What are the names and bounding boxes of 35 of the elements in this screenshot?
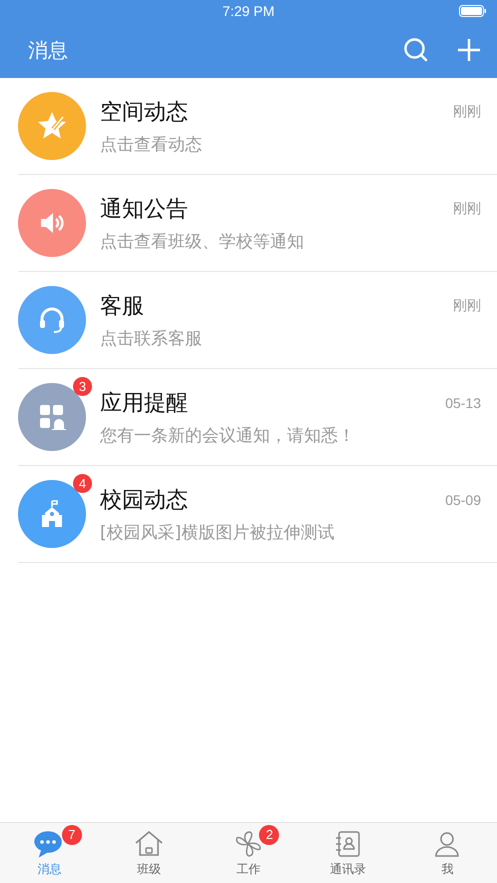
tab-item[interactable]: 7 消息: [10, 823, 90, 883]
message-time: 刚刚: [453, 102, 481, 120]
unread-badge: 2: [259, 824, 280, 844]
message-preview: [校园风采]横版图片被拉伸测试: [100, 522, 336, 544]
tab-item[interactable]: 2 工作: [208, 823, 288, 883]
add-icon[interactable]: [457, 38, 481, 62]
message-item[interactable]: 客服 刚刚 点击联系客服: [18, 272, 497, 369]
message-title: 通知公告: [100, 196, 188, 224]
house-icon: [133, 829, 166, 859]
message-preview: 点击联系客服: [100, 328, 203, 350]
unread-badge: 4: [73, 474, 92, 493]
unread-badge: 3: [73, 377, 92, 396]
message-time: 05-13: [445, 394, 481, 410]
message-title: 应用提醒: [100, 390, 188, 418]
page-title: 消息: [28, 36, 69, 64]
tab-item[interactable]: 通讯录: [308, 823, 388, 883]
message-item[interactable]: 4 校园动态 05-09 [校园风采]横版图片被拉伸测试: [18, 466, 497, 563]
status-time: 7:29 PM: [222, 3, 275, 19]
message-title: 客服: [100, 292, 144, 320]
message-title: 校园动态: [100, 486, 188, 514]
tab-item[interactable]: 我: [407, 823, 488, 883]
message-preview: 点击查看班级、学校等通知: [100, 230, 305, 252]
message-time: 刚刚: [453, 296, 481, 314]
unread-badge: 7: [62, 824, 82, 844]
battery-icon: [459, 5, 487, 17]
message-item[interactable]: 通知公告 刚刚 点击查看班级、学校等通知: [18, 175, 497, 272]
tab-item[interactable]: 班级: [109, 823, 190, 883]
search-icon[interactable]: [403, 37, 429, 63]
message-item[interactable]: 3 应用提醒 05-13 您有一条新的会议通知，请知悉！: [18, 369, 497, 466]
message-item[interactable]: 空间动态 刚刚 点击查看动态: [18, 78, 497, 175]
message-title: 空间动态: [100, 98, 188, 126]
message-preview: 您有一条新的会议通知，请知悉！: [100, 424, 356, 446]
message-time: 刚刚: [453, 200, 481, 218]
message-preview: 点击查看动态: [100, 134, 203, 156]
message-time: 05-09: [445, 492, 481, 508]
